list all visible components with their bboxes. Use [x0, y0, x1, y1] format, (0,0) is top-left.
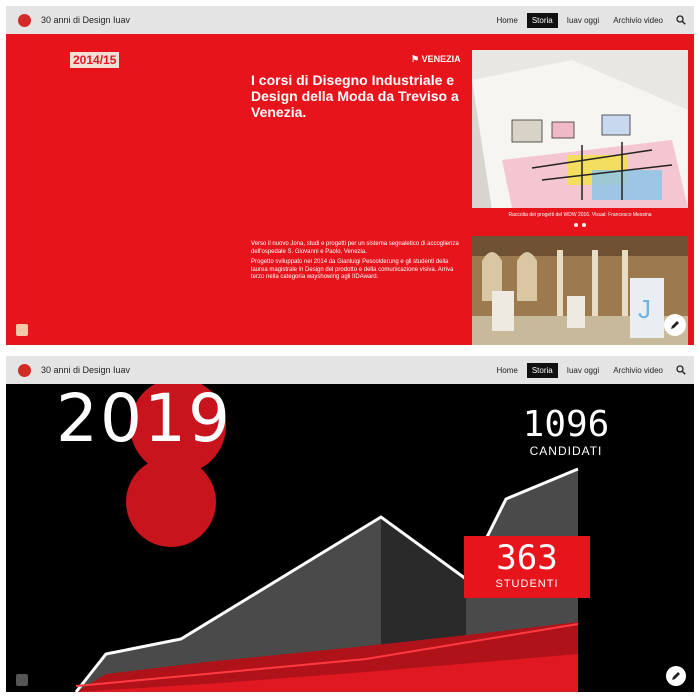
menu-square-icon[interactable]	[16, 324, 28, 336]
year-heading: 2019	[56, 380, 232, 457]
search-icon[interactable]	[676, 15, 686, 25]
candidates-stat: 1096 CANDIDATI	[506, 404, 626, 459]
menu-square-icon[interactable]	[16, 674, 28, 686]
pencil-icon	[671, 321, 679, 329]
candidates-value: 1096	[522, 404, 610, 445]
nav-storia[interactable]: Storia	[526, 362, 558, 378]
slide-body: Verso il nuovo Jona, studi e progetti pe…	[251, 241, 466, 285]
nav-archivio-video[interactable]: Archivio video	[608, 13, 668, 28]
year-tag: 2014/15	[70, 52, 120, 68]
slide-headline: I corsi di Disegno Industriale e Design …	[251, 72, 459, 120]
students-stat: 363 STUDENTI	[464, 536, 590, 598]
site-logo[interactable]	[18, 13, 31, 27]
photo-caption: Raccolta dei progetti del WDW 2016. Visu…	[508, 212, 652, 218]
top-navigation-bar: 30 anni di Design Iuav Home Storia Iuav …	[6, 6, 694, 34]
site-logo[interactable]	[18, 363, 31, 377]
students-value: 363	[496, 538, 558, 578]
main-nav: Home Storia Iuav oggi Archivio video	[487, 362, 686, 378]
site-title[interactable]: 30 anni di Design Iuav	[41, 365, 130, 375]
nav-home[interactable]: Home	[491, 13, 522, 28]
location-text: VENEZIA	[421, 54, 461, 64]
nav-iuav-oggi[interactable]: Iuav oggi	[562, 363, 604, 378]
flag-icon: ⚑	[411, 54, 422, 64]
exhibition-hall-illustration: J	[472, 236, 688, 345]
main-nav: Home Storia Iuav oggi Archivio video	[487, 12, 686, 28]
body-paragraph-1: Verso il nuovo Jona, studi e progetti pe…	[251, 241, 459, 255]
nav-iuav-oggi[interactable]: Iuav oggi	[562, 13, 604, 28]
carousel-dot-1[interactable]	[574, 223, 578, 227]
location-label: ⚑ VENEZIA	[411, 54, 461, 65]
carousel-dot-2[interactable]	[582, 223, 586, 227]
pencil-icon	[672, 672, 680, 680]
svg-text:J: J	[638, 294, 651, 324]
students-label: STUDENTI	[495, 578, 559, 590]
search-icon[interactable]	[676, 365, 686, 375]
screenshot-storia-2019: 30 anni di Design Iuav Home Storia Iuav …	[6, 356, 694, 692]
edit-button[interactable]	[664, 314, 686, 336]
carousel-dots	[574, 223, 586, 227]
nav-storia[interactable]: Storia	[526, 12, 558, 28]
nav-home[interactable]: Home	[491, 363, 522, 378]
book-photo[interactable]	[472, 50, 688, 208]
book-illustration	[472, 50, 688, 208]
candidates-label: CANDIDATI	[529, 444, 603, 458]
red-circle-bottom	[126, 457, 216, 547]
edit-button[interactable]	[666, 666, 686, 686]
body-paragraph-2: Progetto sviluppato nel 2014 da Gianluig…	[251, 259, 454, 280]
exhibition-photo[interactable]: J	[472, 236, 688, 345]
site-title[interactable]: 30 anni di Design Iuav	[41, 15, 130, 25]
nav-archivio-video[interactable]: Archivio video	[608, 363, 668, 378]
screenshot-storia-2014: 30 anni di Design Iuav Home Storia Iuav …	[6, 6, 694, 345]
